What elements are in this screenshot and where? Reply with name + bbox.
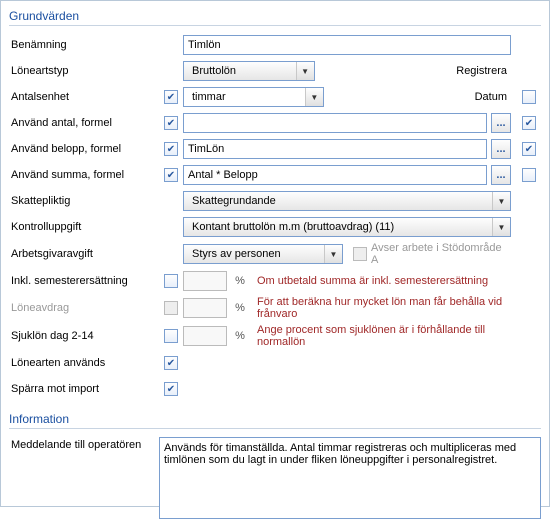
chevron-down-icon: ▼ — [492, 218, 510, 236]
label-lonearten-anvands: Lönearten används — [9, 357, 159, 369]
percent-sign: % — [231, 302, 249, 314]
skattepliktig-value: Skattegrundande — [188, 195, 276, 207]
lonearten-anvands-check[interactable] — [164, 356, 178, 370]
percent-sign: % — [231, 275, 249, 287]
formel-summa-input[interactable] — [183, 165, 487, 185]
chevron-down-icon: ▼ — [305, 88, 323, 106]
hint-loneavdrag: För att beräkna hur mycket lön man får b… — [257, 296, 511, 320]
datum-check[interactable] — [522, 90, 536, 104]
arbetsgivaravgift-value: Styrs av personen — [188, 248, 281, 260]
chevron-down-icon: ▼ — [492, 192, 510, 210]
lonartstyp-select[interactable]: Bruttolön ▼ — [183, 61, 315, 81]
kontrolluppgift-select[interactable]: Kontant bruttolön m.m (bruttoavdrag) (11… — [183, 217, 511, 237]
label-antalsenhet: Antalsenhet — [9, 91, 159, 103]
avser-check — [353, 247, 367, 261]
summa-reg-check[interactable] — [522, 168, 536, 182]
anvand-summa-check[interactable] — [164, 168, 178, 182]
arbetsgivaravgift-select[interactable]: Styrs av personen ▼ — [183, 244, 343, 264]
label-sparra-import: Spärra mot import — [9, 383, 159, 395]
benamning-input[interactable] — [183, 35, 511, 55]
label-kontrolluppgift: Kontrolluppgift — [9, 221, 159, 233]
antalsenhet-check[interactable] — [164, 90, 178, 104]
label-avser: Avser arbete i Stödområde A — [371, 242, 511, 266]
label-lonartstyp: Löneartstyp — [9, 65, 159, 77]
label-arbetsgivaravgift: Arbetsgivaravgift — [9, 248, 159, 260]
antal-reg-check[interactable] — [522, 116, 536, 130]
belopp-reg-check[interactable] — [522, 142, 536, 156]
label-datum: Datum — [475, 91, 507, 103]
section-grundvarden: Grundvärden — [9, 7, 541, 26]
lonartstyp-value: Bruttolön — [188, 65, 236, 77]
label-meddelande: Meddelande till operatören — [9, 437, 159, 451]
formel-belopp-input[interactable] — [183, 139, 487, 159]
formel-antal-browse[interactable]: ... — [491, 113, 511, 133]
chevron-down-icon: ▼ — [296, 62, 314, 80]
percent-sign: % — [231, 330, 249, 342]
label-registrera: Registrera — [456, 65, 507, 77]
hint-inkl-sem: Om utbetald summa är inkl. semesterersät… — [257, 275, 511, 287]
anvand-belopp-check[interactable] — [164, 142, 178, 156]
formel-belopp-browse[interactable]: ... — [491, 139, 511, 159]
formel-antal-input[interactable] — [183, 113, 487, 133]
label-sjuklon: Sjuklön dag 2-14 — [9, 330, 159, 342]
section-information: Information — [9, 410, 541, 429]
label-skattepliktig: Skattepliktig — [9, 195, 159, 207]
loneavdrag-pct — [183, 298, 227, 318]
label-loneavdrag: Löneavdrag — [9, 302, 159, 314]
label-anvand-antal: Använd antal, formel — [9, 117, 159, 129]
antalsenhet-select[interactable]: timmar ▼ — [183, 87, 324, 107]
inkl-sem-pct[interactable] — [183, 271, 227, 291]
sjuklon-pct[interactable] — [183, 326, 227, 346]
kontrolluppgift-value: Kontant bruttolön m.m (bruttoavdrag) (11… — [188, 221, 394, 233]
hint-sjuklon: Ange procent som sjuklönen är i förhålla… — [257, 324, 511, 348]
label-anvand-summa: Använd summa, formel — [9, 169, 159, 181]
loneavdrag-check — [164, 301, 178, 315]
sjuklon-check[interactable] — [164, 329, 178, 343]
skattepliktig-select[interactable]: Skattegrundande ▼ — [183, 191, 511, 211]
anvand-antal-check[interactable] — [164, 116, 178, 130]
sparra-import-check[interactable] — [164, 382, 178, 396]
inkl-sem-check[interactable] — [164, 274, 178, 288]
chevron-down-icon: ▼ — [324, 245, 342, 263]
label-inkl-sem: Inkl. semesterersättning — [9, 275, 159, 287]
antalsenhet-value: timmar — [188, 91, 226, 103]
label-anvand-belopp: Använd belopp, formel — [9, 143, 159, 155]
label-benamning: Benämning — [9, 39, 159, 51]
formel-summa-browse[interactable]: ... — [491, 165, 511, 185]
